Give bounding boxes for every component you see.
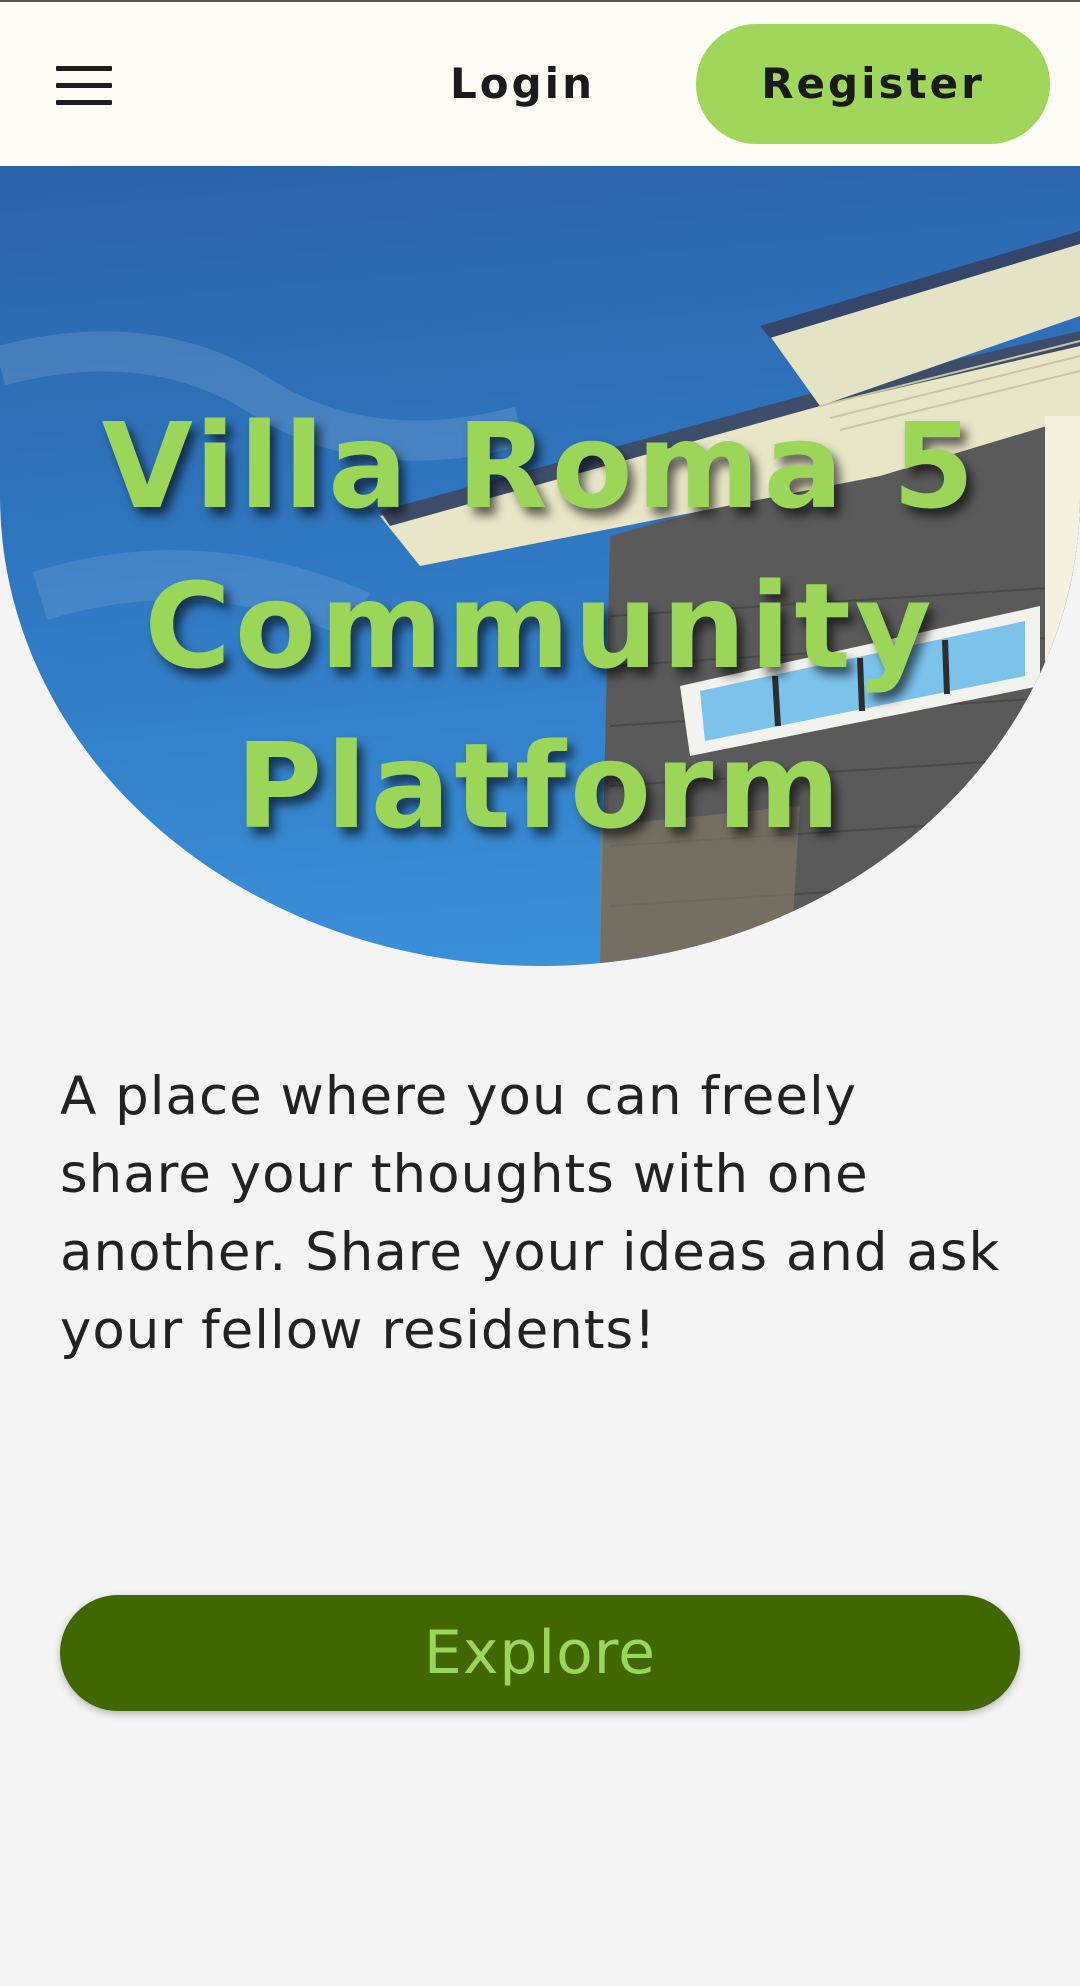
register-button[interactable]: Register	[696, 24, 1050, 144]
hero-banner: Villa Roma 5 Community Platform	[0, 166, 1080, 966]
menu-bar	[56, 100, 112, 105]
hero-title-line-1: Villa Roma 5	[101, 397, 979, 535]
tagline-text: A place where you can freely share your …	[60, 1066, 1001, 1361]
login-link[interactable]: Login	[430, 54, 615, 114]
hero-title: Villa Roma 5 Community Platform	[0, 386, 1080, 866]
explore-button[interactable]: Explore	[60, 1595, 1020, 1711]
hamburger-menu-icon[interactable]	[56, 66, 112, 106]
menu-bar	[56, 66, 112, 71]
hero-title-line-2: Community	[144, 557, 936, 695]
hero-title-line-3: Platform	[235, 717, 845, 855]
menu-bar	[56, 83, 112, 88]
navbar: Login Register	[0, 2, 1080, 166]
